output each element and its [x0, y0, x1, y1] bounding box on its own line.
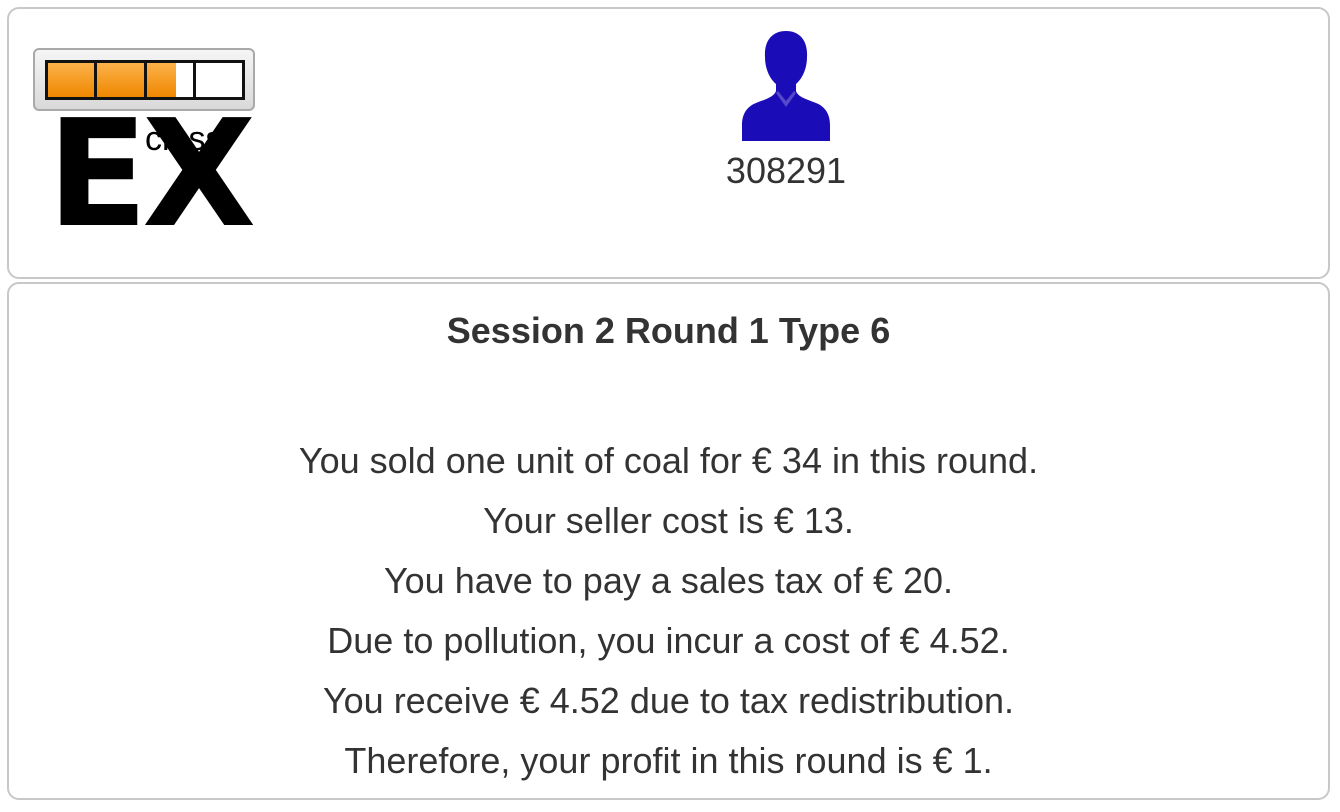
message-pollution-cost: Due to pollution, you incur a cost of € … [327, 620, 1010, 661]
progress-segment [196, 63, 242, 97]
result-messages: You sold one unit of coal for € 34 in th… [9, 431, 1328, 791]
progress-segment [97, 63, 147, 97]
progress-segment [147, 63, 196, 97]
round-result-panel: Session 2 Round 1 Type 6 You sold one un… [7, 282, 1330, 800]
message-sale: You sold one unit of coal for € 34 in th… [298, 440, 1039, 481]
progress-track [45, 60, 245, 100]
message-profit: Therefore, your profit in this round is … [344, 740, 993, 781]
logo-class-text: class [145, 120, 223, 158]
round-title: Session 2 Round 1 Type 6 [446, 310, 891, 351]
user-icon [742, 31, 830, 141]
message-sales-tax: You have to pay a sales tax of € 20. [383, 560, 954, 601]
classex-logo: EX class [33, 48, 259, 248]
user-block: 308291 [686, 27, 886, 191]
message-redistribution: You receive € 4.52 due to tax redistribu… [322, 680, 1015, 721]
progress-segment [48, 63, 98, 97]
message-seller-cost: Your seller cost is € 13. [483, 500, 854, 541]
header-panel: EX class 308291 [7, 7, 1330, 279]
user-id: 308291 [725, 150, 847, 191]
